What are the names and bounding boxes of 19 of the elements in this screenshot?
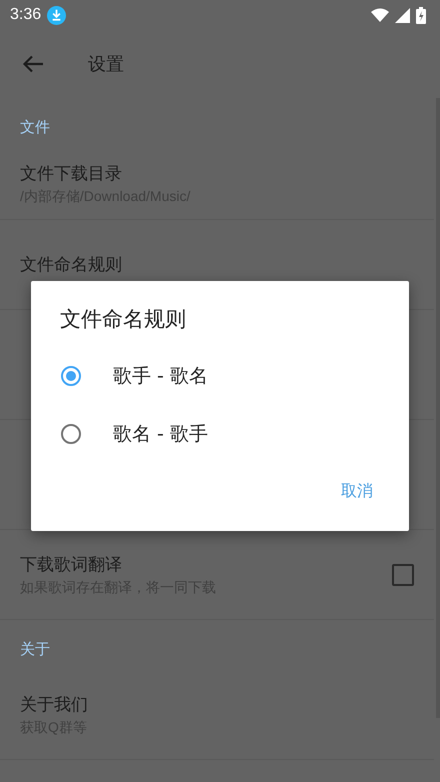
status-time: 3:36 — [10, 6, 42, 24]
section-header: 关于 — [19, 639, 51, 660]
radio-option[interactable]: 歌名 - 歌手 — [31, 405, 409, 463]
radio-button[interactable] — [61, 424, 81, 444]
section-header: 文件 — [19, 117, 51, 138]
wifi-icon — [371, 8, 389, 22]
item-title: 文件命名规则 — [20, 254, 123, 276]
signal-icon — [395, 8, 410, 22]
cancel-button[interactable]: 取消 — [335, 477, 379, 506]
download-icon — [47, 6, 66, 24]
page-title: 设置 — [88, 53, 124, 76]
checkbox[interactable] — [392, 564, 414, 586]
battery-icon — [416, 6, 426, 24]
item-title: 关于我们 — [20, 694, 89, 716]
radio-button[interactable] — [61, 366, 81, 386]
radio-option[interactable]: 歌手 - 歌名 — [31, 347, 409, 405]
item-title: 文件下载目录 — [20, 162, 123, 184]
back-arrow-icon[interactable] — [22, 55, 44, 73]
item-title: 下载歌词翻译 — [20, 554, 123, 576]
